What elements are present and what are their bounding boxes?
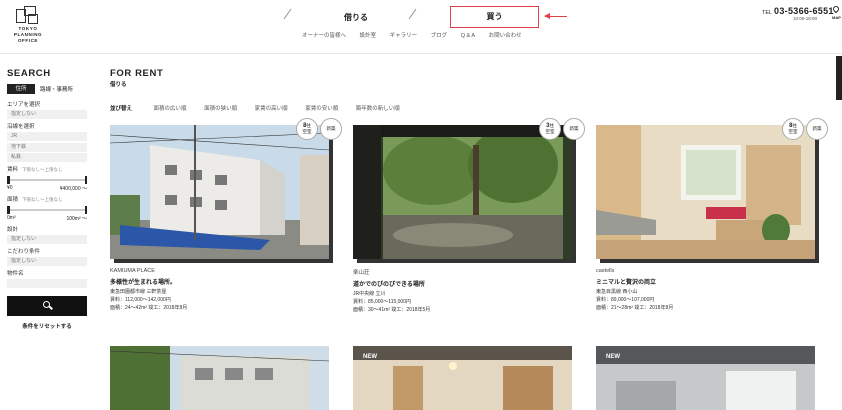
property-size: 面積：24～42m² 竣工：2018年8月 (110, 305, 188, 311)
line-option-jr[interactable]: JR (7, 132, 87, 141)
new-build-badge: 新築 (806, 118, 828, 140)
property-catchphrase: 多様性が生まれる場所。 (110, 280, 177, 286)
property-catchphrase: 道かでのびのびできる場所 (353, 282, 425, 288)
page-title: FOR RENT (110, 68, 164, 79)
property-rent: 賃料：85,000～115,000円 (353, 299, 411, 305)
property-info: KAMIUMA PLACE 多様性が生まれる場所。 東急田園都市線 三軒茶屋 賃… (110, 268, 329, 312)
area-size-label: 面積 下限なし～上限なし (7, 197, 63, 203)
sub-navigation: オーナーの皆様へ 設計室 ギャラリー ブログ Q & A お問い合わせ (302, 31, 534, 39)
subnav-design[interactable]: 設計室 (360, 33, 377, 39)
vacancy-badge: 8住 空室 (782, 118, 804, 140)
rent-max-handle[interactable] (84, 176, 87, 184)
page-subtitle: 借りる (110, 82, 127, 88)
search-sidebar: SEARCH 住所 路線・事務所 エリアを選択 指定しない 沿線を選択 JR 地… (7, 68, 87, 330)
line-option-private[interactable]: 私鉄 (7, 153, 87, 162)
property-name-label: 物件名 (7, 271, 24, 277)
property-info: castells ミニマルと贅沢の両立 東急目黒線 西小山 賃料：89,000～… (596, 268, 815, 312)
sort-label: 並び替え (110, 106, 133, 112)
property-photo[interactable]: NEW (353, 346, 572, 410)
line-option-subway[interactable]: 地下鉄 (7, 142, 87, 152)
tab-line[interactable]: 路線・事務所 (40, 85, 73, 93)
sort-newest[interactable]: 築年数の新しい順 (356, 106, 400, 112)
rent-label: 賃料 下限なし～上限なし (7, 167, 63, 173)
sort-bar: 並び替え 面積の広い順 面積の狭い順 家賃の高い順 家賃の安い順 築年数の新しい… (110, 104, 416, 112)
subnav-contact[interactable]: お問い合わせ (489, 33, 522, 39)
property-photo[interactable] (110, 346, 329, 410)
line-label: 沿線を選択 (7, 124, 35, 130)
area-select[interactable]: 指定しない (7, 110, 87, 119)
subnav-gallery[interactable]: ギャラリー (390, 33, 418, 39)
property-size: 面積：21～28m² 竣工：2018年8月 (596, 305, 674, 311)
subnav-owners[interactable]: オーナーの皆様へ (302, 33, 346, 39)
area-size-slider[interactable] (7, 206, 87, 214)
sort-rent-asc[interactable]: 家賃の安い順 (305, 106, 338, 112)
preference-label: こだわり条件 (7, 249, 41, 255)
new-build-badge: 新築 (320, 118, 342, 140)
property-rent: 賃料：112,000～142,000円 (110, 297, 171, 303)
logo-text: TOKYO PLANNING OFFICE (13, 26, 43, 43)
nav-divider (408, 8, 417, 20)
red-arrow-annotation (544, 13, 567, 19)
property-photo[interactable] (596, 125, 815, 259)
property-address: 東急田園都市線 三軒茶屋 (110, 289, 167, 295)
property-photo[interactable] (110, 125, 329, 259)
area-max-handle[interactable] (84, 206, 87, 214)
area-size-range: 0m² 100m² ～ (7, 215, 87, 222)
site-header: TOKYO PLANNING OFFICE 借りる 買う オーナーの皆様へ 設計… (0, 0, 842, 54)
area-label: エリアを選択 (7, 102, 41, 108)
nav-divider (283, 8, 292, 20)
phone-number[interactable]: TEL 03-5366-6551 (762, 6, 834, 16)
vacancy-badge: 8住 空室 (296, 118, 318, 140)
nav-rent-link[interactable]: 借りる (344, 12, 368, 23)
property-address: JR中央線 立川 (353, 291, 386, 297)
property-rent: 賃料：89,000～107,000円 (596, 297, 655, 303)
nav-buy-link[interactable]: 買う (450, 6, 539, 28)
rent-range: ¥0 ¥400,000 ～ (7, 185, 87, 192)
site-logo[interactable]: TOKYO PLANNING OFFICE (10, 6, 46, 44)
property-catchphrase: ミニマルと贅沢の両立 (596, 280, 657, 286)
property-address: 東急目黒線 西小山 (596, 289, 638, 295)
new-tag: NEW (606, 354, 620, 360)
business-hours: 10:00-18:00 (793, 16, 818, 21)
subnav-blog[interactable]: ブログ (431, 33, 448, 39)
reset-conditions-link[interactable]: 条件をリセットする (7, 322, 87, 330)
search-tabs: 住所 路線・事務所 (7, 84, 87, 94)
search-icon (43, 301, 50, 308)
property-name[interactable]: KAMIUMA PLACE (110, 268, 329, 274)
layout-label: 設計 (7, 227, 19, 233)
map-link[interactable]: MAP (832, 4, 841, 20)
vacancy-badge: 3住 空室 (539, 118, 561, 140)
area-min-handle[interactable] (7, 206, 10, 214)
search-button[interactable] (7, 296, 87, 316)
sort-area-desc[interactable]: 面積の広い順 (154, 106, 187, 112)
sort-rent-desc[interactable]: 家賃の高い順 (255, 106, 288, 112)
search-title: SEARCH (7, 68, 51, 79)
logo-mark-icon (16, 6, 40, 24)
property-name-input[interactable] (7, 279, 87, 288)
new-build-badge: 新築 (563, 118, 585, 140)
side-floating-tab[interactable] (836, 56, 842, 100)
rent-min-handle[interactable] (7, 176, 10, 184)
rent-slider[interactable] (7, 176, 87, 184)
preference-select[interactable]: 指定しない (7, 257, 87, 266)
layout-select[interactable]: 指定しない (7, 235, 87, 244)
property-name[interactable]: castells (596, 268, 815, 274)
sort-area-asc[interactable]: 面積の狭い順 (204, 106, 237, 112)
property-name[interactable]: 楽山荘 (353, 268, 572, 276)
property-info: 楽山荘 道かでのびのびできる場所 JR中央線 立川 賃料：85,000～115,… (353, 268, 572, 314)
new-tag: NEW (363, 354, 377, 360)
map-pin-icon (832, 4, 841, 14)
property-size: 面積：30～41m² 竣工：2018年5月 (353, 307, 431, 313)
tab-address[interactable]: 住所 (7, 84, 35, 94)
subnav-qa[interactable]: Q & A (461, 33, 475, 39)
property-photo[interactable]: NEW (596, 346, 815, 410)
property-photo[interactable] (353, 125, 572, 259)
